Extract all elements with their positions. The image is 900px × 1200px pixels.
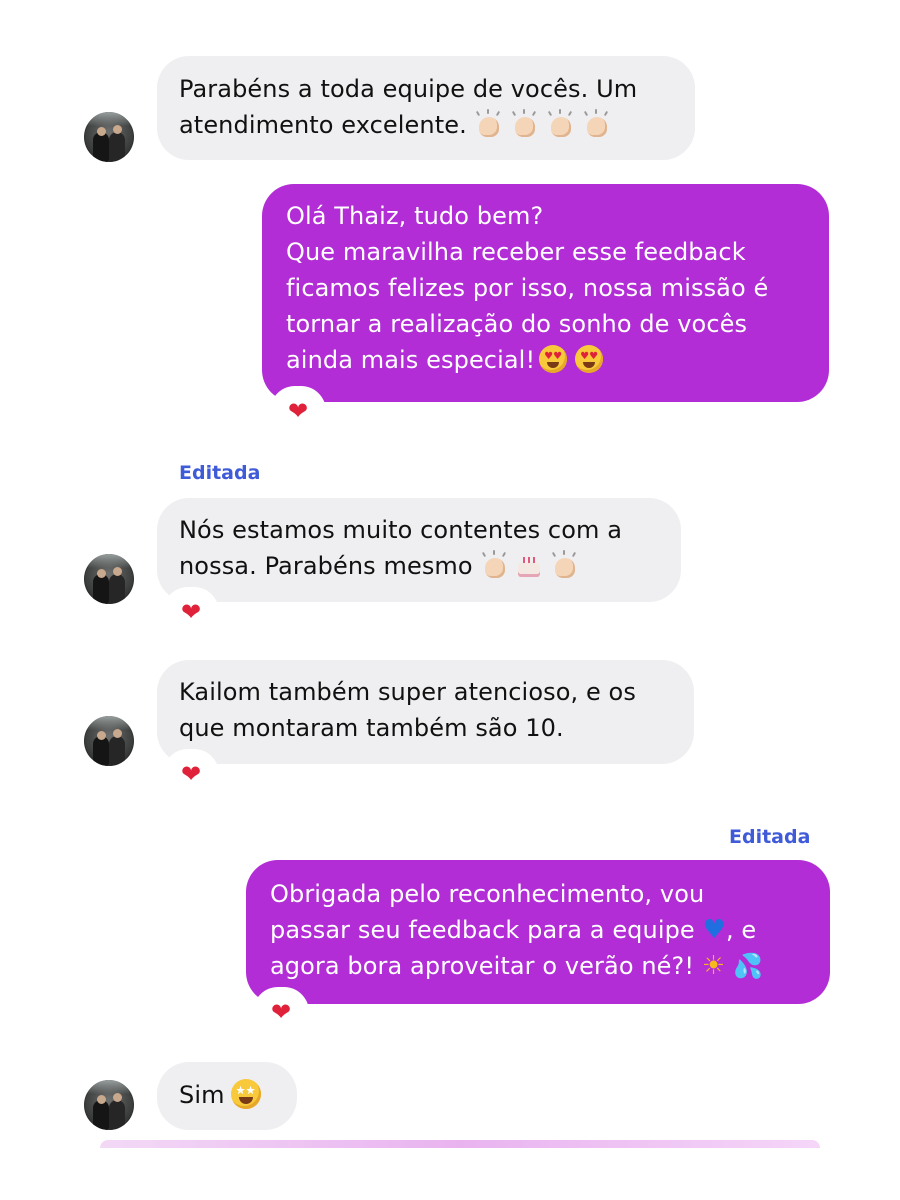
heart-reaction[interactable]: ❤ <box>166 590 216 634</box>
contact-avatar[interactable] <box>84 554 134 604</box>
contact-avatar[interactable] <box>84 716 134 766</box>
clapping-hands-icon <box>581 109 611 139</box>
clapping-hands-icon <box>509 109 539 139</box>
message-line: nossa. Parabéns mesmo <box>179 552 473 580</box>
message-line: Sim <box>179 1081 225 1109</box>
heart-icon: ❤ <box>180 598 202 626</box>
star-struck-icon: ★ ★ <box>230 1079 261 1109</box>
contact-avatar[interactable] <box>84 1080 134 1130</box>
message-line: Kailom também super atencioso, e os <box>179 678 636 706</box>
message-line: Que maravilha receber esse feedback <box>286 238 746 266</box>
message-line: ainda mais especial! <box>286 346 536 374</box>
outgoing-message[interactable]: Olá Thaiz, tudo bem? Que maravilha receb… <box>262 184 829 402</box>
heart-icon: ❤ <box>270 998 292 1026</box>
incoming-message[interactable]: Sim ★ ★ <box>157 1062 297 1130</box>
birthday-cake-icon <box>515 551 543 579</box>
message-line: Olá Thaiz, tudo bem? <box>286 202 544 230</box>
heart-eyes-icon: ♥ ♥ <box>575 345 604 373</box>
incoming-message[interactable]: Kailom também super atencioso, e os que … <box>157 660 694 764</box>
message-line: atendimento excelente. <box>179 111 467 139</box>
message-line: Parabéns a toda equipe de vocês. Um <box>179 75 638 103</box>
heart-icon: ❤ <box>287 397 309 425</box>
clapping-hands-icon <box>479 550 509 580</box>
partial-next-message <box>100 1140 820 1148</box>
clapping-hands-icon <box>545 109 575 139</box>
heart-reaction[interactable]: ❤ <box>256 990 306 1034</box>
incoming-message[interactable]: Parabéns a toda equipe de vocês. Um aten… <box>157 56 695 160</box>
heart-reaction[interactable]: ❤ <box>166 752 216 796</box>
clapping-hands-icon <box>549 550 579 580</box>
message-line: ficamos felizes por isso, nossa missão é <box>286 274 769 302</box>
edited-label: Editada <box>729 826 811 848</box>
sun-icon: ☀ <box>701 951 726 981</box>
message-line: Nós estamos muito contentes com a <box>179 516 623 544</box>
clapping-hands-icon <box>473 109 503 139</box>
message-line: Obrigada pelo reconhecimento, vou <box>270 880 705 908</box>
message-line: passar seu feedback para a equipe <box>270 916 695 944</box>
heart-eyes-icon: ♥ ♥ <box>539 345 568 373</box>
outgoing-message[interactable]: Obrigada pelo reconhecimento, vou passar… <box>246 860 830 1004</box>
message-line: tornar a realização do sonho de vocês <box>286 310 748 338</box>
blue-heart-icon: ♥ <box>702 915 726 945</box>
edited-label: Editada <box>179 462 261 484</box>
incoming-message[interactable]: Nós estamos muito contentes com a nossa.… <box>157 498 681 602</box>
message-line: agora bora aproveitar o verão né?! <box>270 952 695 980</box>
heart-reaction[interactable]: ❤ <box>273 389 323 433</box>
heart-icon: ❤ <box>180 760 202 788</box>
message-line-suffix: , e <box>725 916 757 944</box>
sweat-droplets-icon: 💦 <box>732 952 763 980</box>
contact-avatar[interactable] <box>84 112 134 162</box>
message-line: que montaram também são 10. <box>179 714 564 742</box>
